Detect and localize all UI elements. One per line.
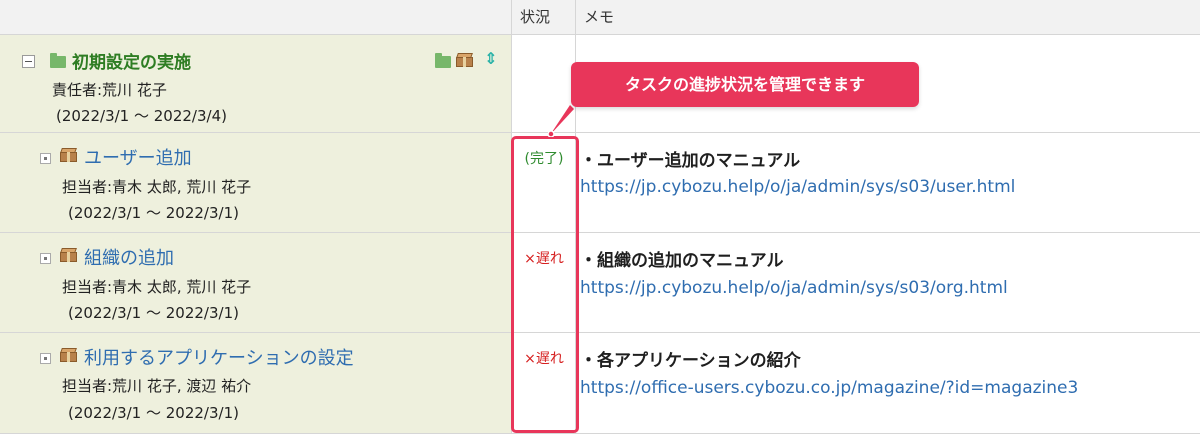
project-cell: 初期設定の実施 ⇕ 責任者:荒川 花子 (2022/3/1 〜 2022/3/4… <box>0 35 512 133</box>
status-column-highlight <box>511 136 579 433</box>
task-assignees: 担当者:青木 太郎, 荒川 花子 <box>62 278 252 296</box>
package-icon <box>60 248 77 262</box>
task-row-cell: 組織の追加 担当者:青木 太郎, 荒川 花子 (2022/3/1 〜 2022/… <box>0 233 512 333</box>
project-owner: 責任者:荒川 花子 <box>52 81 167 99</box>
task-row-cell: ユーザー追加 担当者:青木 太郎, 荒川 花子 (2022/3/1 〜 2022… <box>0 133 512 233</box>
task-row-cell: 利用するアプリケーションの設定 担当者:荒川 花子, 渡辺 祐介 (2022/3… <box>0 333 512 434</box>
task-period: (2022/3/1 〜 2022/3/1) <box>68 404 239 422</box>
callout-label: タスクの進捗状況を管理できます <box>571 62 919 107</box>
memo-title: ・組織の追加のマニュアル <box>580 251 784 271</box>
task-toggle-icon[interactable] <box>40 253 51 264</box>
package-icon[interactable] <box>456 53 473 67</box>
task-assignees: 担当者:荒川 花子, 渡辺 祐介 <box>62 377 252 395</box>
task-toggle-icon[interactable] <box>40 153 51 164</box>
package-icon <box>60 148 77 162</box>
status-column-header: 状況 <box>512 0 576 35</box>
package-icon <box>60 348 77 362</box>
project-period: (2022/3/1 〜 2022/3/4) <box>56 107 227 125</box>
callout-pointer <box>548 105 574 137</box>
task-name-link[interactable]: 組織の追加 <box>84 244 174 270</box>
memo-title: ・ユーザー追加のマニュアル <box>580 151 801 171</box>
task-name-link[interactable]: ユーザー追加 <box>84 144 192 170</box>
task-period: (2022/3/1 〜 2022/3/1) <box>68 304 239 322</box>
memo-title: ・各アプリケーションの紹介 <box>580 351 801 371</box>
collapse-icon[interactable] <box>22 55 35 68</box>
memo-column-header: メモ <box>576 0 1200 35</box>
task-memo-cell: ・組織の追加のマニュアル https://jp.cybozu.help/o/ja… <box>576 233 1200 333</box>
task-memo-cell: ・各アプリケーションの紹介 https://office-users.cyboz… <box>576 333 1200 434</box>
memo-link[interactable]: https://office-users.cybozu.co.jp/magazi… <box>580 378 1078 398</box>
task-memo-cell: ・ユーザー追加のマニュアル https://jp.cybozu.help/o/j… <box>576 133 1200 233</box>
task-period: (2022/3/1 〜 2022/3/1) <box>68 204 239 222</box>
task-name-link[interactable]: 利用するアプリケーションの設定 <box>84 344 354 370</box>
task-column-header <box>0 0 512 35</box>
task-assignees: 担当者:青木 太郎, 荒川 花子 <box>62 178 252 196</box>
folder-icon <box>50 53 66 68</box>
move-arrows-icon[interactable]: ⇕ <box>484 50 498 68</box>
folder-icon[interactable] <box>435 53 451 68</box>
project-title[interactable]: 初期設定の実施 <box>72 48 191 73</box>
task-toggle-icon[interactable] <box>40 353 51 364</box>
memo-link[interactable]: https://jp.cybozu.help/o/ja/admin/sys/s0… <box>580 177 1015 197</box>
memo-link[interactable]: https://jp.cybozu.help/o/ja/admin/sys/s0… <box>580 278 1008 298</box>
